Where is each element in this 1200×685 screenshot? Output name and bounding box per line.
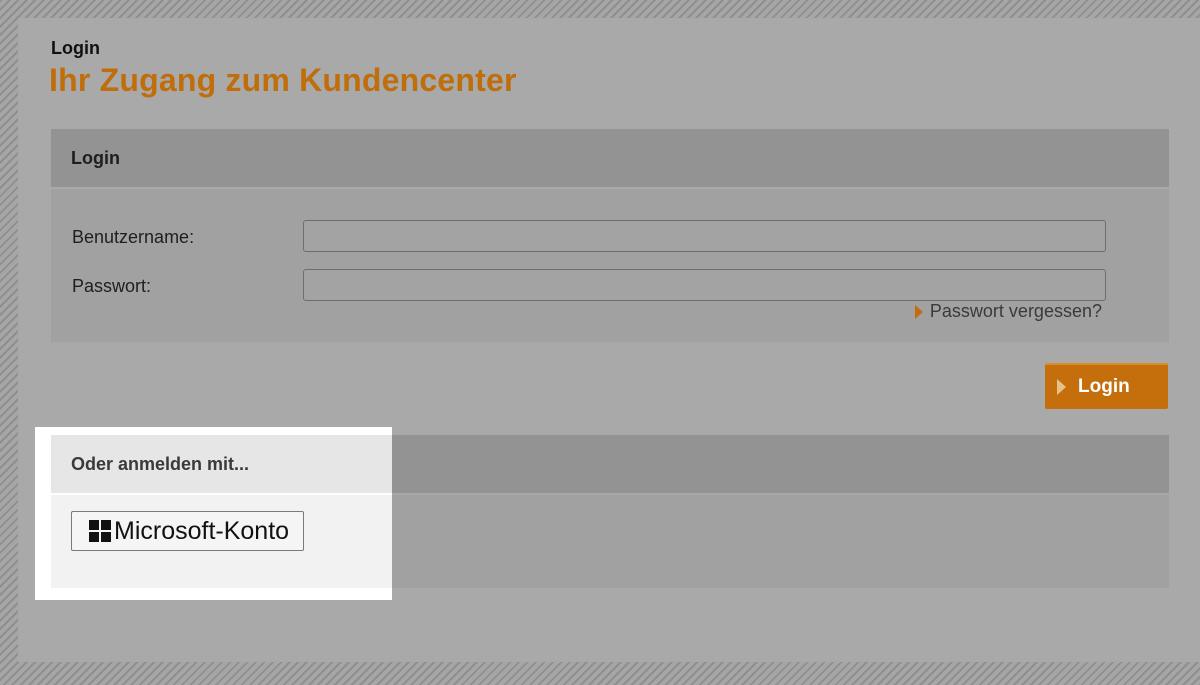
login-panel-title: Login (71, 148, 120, 168)
microsoft-account-button[interactable]: Microsoft-Konto (71, 511, 305, 551)
arrow-right-icon (1057, 379, 1066, 395)
forgot-password-link[interactable]: Passwort vergessen? (914, 301, 1102, 322)
alt-login-header: Oder anmelden mit... (51, 435, 392, 495)
page-title: Ihr Zugang zum Kundencenter (49, 62, 517, 98)
username-input[interactable] (303, 220, 1106, 252)
alt-login-highlight: Oder anmelden mit... Microsoft-Konto (35, 427, 392, 600)
login-panel: Login Benutzername: Passwort: Passwort v… (51, 129, 1169, 342)
arrow-right-icon (914, 304, 923, 319)
password-input[interactable] (303, 269, 1106, 301)
login-button-label: Login (1078, 376, 1130, 397)
password-label: Passwort: (72, 276, 152, 296)
alt-login-title: Oder anmelden mit... (71, 454, 250, 474)
alt-login-body: Microsoft-Konto (51, 495, 392, 588)
windows-logo-icon (89, 520, 111, 542)
page-eyebrow: Login (51, 38, 100, 58)
microsoft-account-label: Microsoft-Konto (114, 516, 290, 545)
forgot-password-label: Passwort vergessen? (929, 301, 1102, 321)
login-page: Login Ihr Zugang zum Kundencenter Login … (18, 18, 1200, 662)
login-button[interactable]: Login (1045, 363, 1168, 409)
login-panel-header: Login (51, 129, 1169, 189)
username-label: Benutzername: (72, 227, 195, 247)
bottom-pattern (0, 662, 1200, 685)
